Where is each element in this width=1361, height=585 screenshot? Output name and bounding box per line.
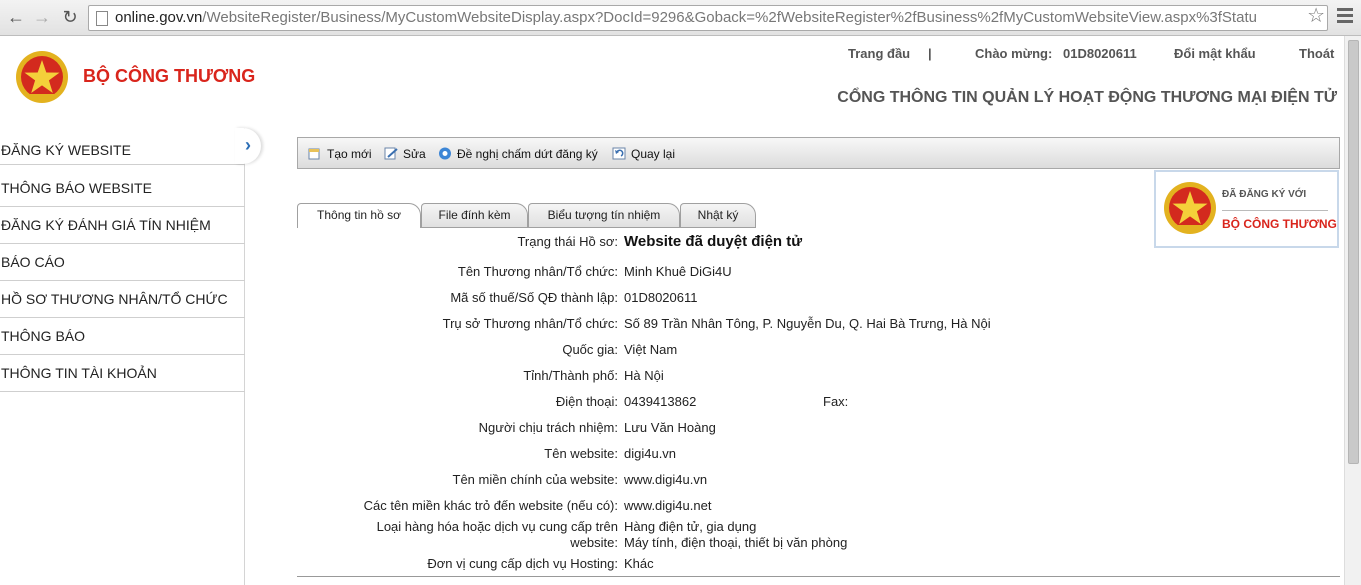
province-value: Hà Nội: [624, 368, 664, 383]
tab-bieu-tuong-tin-nhiem[interactable]: Biểu tượng tín nhiệm: [528, 203, 680, 227]
badge-divider: [1222, 210, 1328, 211]
sidebar-item-thong-bao[interactable]: THÔNG BÁO: [0, 318, 245, 355]
address-label: Trụ sở Thương nhân/Tổ chức:: [442, 316, 618, 331]
reload-icon[interactable]: ↻: [58, 6, 82, 30]
main-domain-label: Tên miền chính của website:: [452, 472, 618, 487]
country-value: Việt Nam: [624, 342, 678, 357]
edit-icon: [384, 147, 398, 160]
new-document-icon: [308, 148, 320, 160]
portal-title: CỔNG THÔNG TIN QUẢN LÝ HOẠT ĐỘNG THƯƠNG …: [837, 89, 1337, 106]
phone-label: Điện thoại:: [555, 394, 618, 409]
sidebar-item-bao-cao[interactable]: BÁO CÁO: [0, 244, 245, 281]
sidebar-item-ho-so-thuong-nhan[interactable]: HỒ SƠ THƯƠNG NHÂN/TỔ CHỨC: [0, 281, 245, 318]
badge-line1: ĐÃ ĐĂNG KÝ VỚI: [1222, 189, 1307, 200]
goods-type-label-line2: website:: [570, 535, 618, 550]
responsible-label: Người chịu trách nhiệm:: [478, 420, 618, 435]
sidebar-item-danh-gia-tin-nhiem[interactable]: ĐĂNG KÝ ĐÁNH GIÁ TÍN NHIỆM: [0, 207, 245, 244]
sidebar-item-dang-ky-website[interactable]: ĐĂNG KÝ WEBSITE: [0, 128, 245, 165]
change-password-link[interactable]: Đổi mật khẩu: [1174, 46, 1256, 61]
hosting-value: Khác: [624, 556, 654, 571]
url-path: /WebsiteRegister/Business/MyCustomWebsit…: [202, 9, 1257, 26]
other-domains-label: Các tên miền khác trỏ đến website (nếu c…: [363, 498, 618, 513]
scrollbar-thumb[interactable]: [1348, 40, 1359, 464]
tax-code-label: Mã số thuế/Số QĐ thành lập:: [450, 290, 618, 305]
merchant-name-value: Minh Khuê DiGi4U: [624, 264, 732, 279]
terminate-label: Đề nghị chấm dứt đăng ký: [457, 147, 598, 161]
status-label: Trạng thái Hồ sơ:: [517, 234, 618, 249]
sidebar-item-thong-bao-website[interactable]: THÔNG BÁO WEBSITE: [0, 170, 245, 207]
phone-value: 0439413862: [624, 394, 697, 409]
edit-button[interactable]: Sửa: [384, 147, 426, 161]
national-emblem-icon: [1164, 182, 1216, 234]
url-host: online.gov.vn: [115, 9, 203, 26]
main-domain-value[interactable]: www.digi4u.vn: [624, 472, 707, 487]
create-label: Tạo mới: [327, 147, 372, 161]
terminate-icon: [439, 147, 451, 160]
sidebar-item-thong-tin-tai-khoan[interactable]: THÔNG TIN TÀI KHOẢN: [0, 355, 245, 392]
address-bar[interactable]: online.gov.vn/WebsiteRegister/Business/M…: [88, 5, 1328, 31]
browser-toolbar: ← → ↻ online.gov.vn/WebsiteRegister/Busi…: [0, 0, 1361, 36]
toolbar: Tạo mới Sửa Đề nghị chấm dứt đăng ký Qua…: [297, 137, 1340, 169]
address-value: Số 89 Trần Nhân Tông, P. Nguyễn Du, Q. H…: [624, 316, 991, 331]
create-button[interactable]: Tạo mới: [308, 147, 372, 161]
terminate-registration-button[interactable]: Đề nghị chấm dứt đăng ký: [438, 147, 598, 161]
browser-menu-icon[interactable]: [1337, 8, 1353, 26]
welcome-label: Chào mừng:: [975, 46, 1053, 61]
tab-file-dinh-kem[interactable]: File đính kèm: [421, 203, 528, 227]
national-emblem-logo-icon[interactable]: [14, 50, 70, 106]
sidebar-collapse-chevron-icon[interactable]: ›: [235, 128, 261, 164]
link-separator: |: [928, 46, 932, 61]
back-label: Quay lại: [631, 147, 676, 161]
page-scrollbar[interactable]: [1344, 36, 1361, 585]
tab-thong-tin-ho-so[interactable]: Thông tin hồ sơ: [297, 203, 421, 228]
tab-nhat-ky[interactable]: Nhật ký: [680, 203, 756, 227]
goods-type-value-line2: Máy tính, điện thoại, thiết bị văn phòng: [624, 535, 848, 550]
back-icon: [612, 147, 626, 160]
forward-arrow-icon[interactable]: →: [30, 6, 54, 30]
logout-link[interactable]: Thoát: [1299, 46, 1334, 61]
sidebar: ĐĂNG KÝ WEBSITE THÔNG BÁO WEBSITE ĐĂNG K…: [0, 128, 245, 585]
form-bottom-divider: [297, 576, 1340, 577]
home-link[interactable]: Trang đầu: [848, 46, 910, 61]
goods-type-value-line1: Hàng điện tử, gia dụng: [624, 519, 757, 534]
status-value: Website đã duyệt điện tử: [624, 233, 803, 250]
page-icon: [96, 11, 108, 26]
website-name-value: digi4u.vn: [624, 446, 677, 461]
province-label: Tỉnh/Thành phố:: [523, 368, 618, 383]
bookmark-star-icon[interactable]: ☆: [1307, 3, 1325, 28]
fax-label: Fax:: [823, 394, 849, 409]
edit-label: Sửa: [403, 147, 426, 161]
merchant-name-label: Tên Thương nhân/Tổ chức:: [457, 264, 618, 279]
hosting-label: Đơn vị cung cấp dịch vụ Hosting:: [427, 556, 618, 571]
back-arrow-icon[interactable]: ←: [4, 6, 28, 30]
tax-code-value: 01D8020611: [624, 290, 698, 305]
back-button[interactable]: Quay lại: [612, 147, 675, 161]
badge-line2: BỘ CÔNG THƯƠNG: [1222, 217, 1337, 231]
country-label: Quốc gia:: [562, 342, 618, 357]
site-name[interactable]: BỘ CÔNG THƯƠNG: [83, 66, 255, 87]
responsible-value: Lưu Văn Hoàng: [624, 420, 716, 435]
goods-type-label-line1: Loại hàng hóa hoặc dịch vụ cung cấp trên: [376, 519, 618, 534]
website-name-label: Tên website:: [544, 446, 618, 461]
username: 01D8020611: [1063, 46, 1137, 61]
other-domains-value[interactable]: www.digi4u.net: [624, 498, 711, 513]
registered-badge[interactable]: ĐÃ ĐĂNG KÝ VỚI BỘ CÔNG THƯƠNG: [1154, 170, 1339, 248]
